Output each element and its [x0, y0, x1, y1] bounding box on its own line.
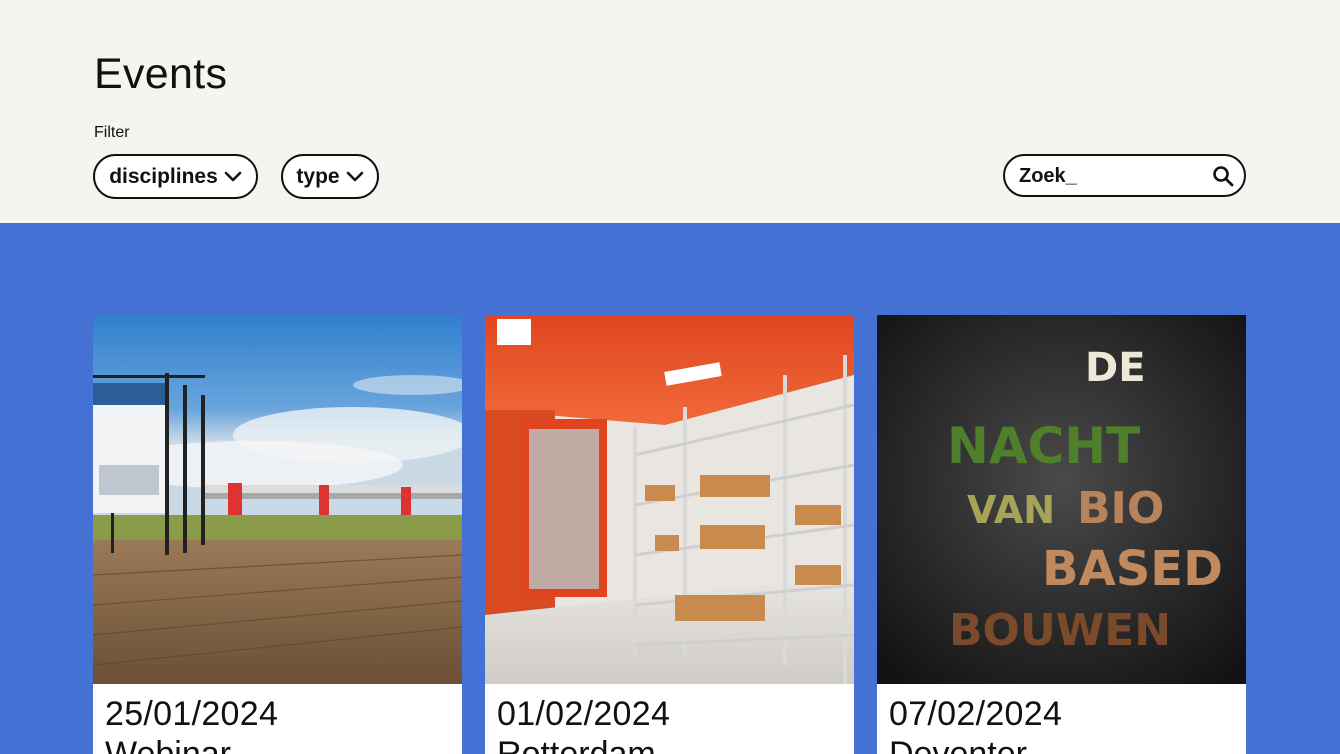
search-icon[interactable]	[1212, 165, 1234, 187]
event-title: Webinar	[105, 735, 231, 754]
poster-word-nacht: NACHT	[947, 417, 1140, 475]
event-card[interactable]: 25/01/2024 Webinar	[93, 315, 462, 754]
poster-word-bio: BIO	[1077, 483, 1164, 534]
type-filter-dropdown[interactable]: type	[281, 154, 379, 199]
event-image-archive-shelves	[485, 315, 854, 684]
page-header: Events Filter disciplines type	[0, 0, 1340, 223]
event-image-nacht-van-biobased-bouwen: DE NACHT VAN BIO BASED BOUWEN	[877, 315, 1246, 684]
event-title: Rotterdam	[497, 735, 656, 754]
poster-word-van: VAN	[967, 488, 1055, 532]
poster-word-de: DE	[1085, 345, 1146, 391]
chevron-down-icon	[224, 171, 242, 181]
event-title: Deventer	[889, 735, 1027, 754]
event-date: 01/02/2024	[497, 695, 671, 733]
event-date: 25/01/2024	[105, 695, 279, 733]
event-image-field-bridge	[93, 315, 462, 684]
chevron-down-icon	[346, 171, 363, 181]
disciplines-filter-dropdown[interactable]: disciplines	[93, 154, 258, 199]
poster-word-based: BASED	[1042, 541, 1223, 597]
type-filter-label: type	[296, 164, 340, 188]
event-card[interactable]: DE NACHT VAN BIO BASED BOUWEN 07/02/2024…	[877, 315, 1246, 754]
search-box[interactable]	[1003, 154, 1246, 197]
search-input[interactable]	[1019, 163, 1199, 189]
disciplines-filter-label: disciplines	[109, 164, 218, 188]
event-card[interactable]: 01/02/2024 Rotterdam	[485, 315, 854, 754]
event-date: 07/02/2024	[889, 695, 1063, 733]
page-title: Events	[94, 50, 228, 98]
poster-word-bouwen: BOUWEN	[949, 605, 1171, 656]
filter-label: Filter	[94, 124, 130, 141]
